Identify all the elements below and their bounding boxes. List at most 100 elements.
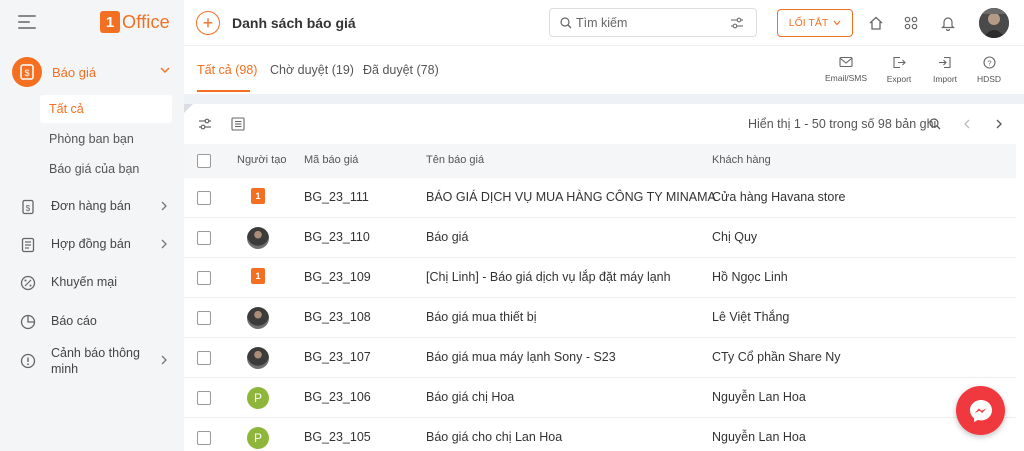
row-checkbox[interactable] <box>197 311 211 325</box>
row-checkbox[interactable] <box>197 351 211 365</box>
tab-approved[interactable]: Đã duyệt (78) <box>363 63 439 77</box>
column-header-customer[interactable]: Khách hàng <box>712 154 771 166</box>
table-row[interactable]: 1 BG_23_109 [Chị Linh] - Báo giá dịch vụ… <box>184 258 1016 298</box>
export-button[interactable]: Export <box>874 56 924 84</box>
filter-sliders-icon[interactable] <box>198 118 212 130</box>
top-header: + Danh sách báo giá LỐI TẮT <box>184 0 1024 46</box>
quote-code[interactable]: BG_23_108 <box>304 310 371 324</box>
table-row[interactable]: BG_23_110 Báo giá Chị Quy <box>184 218 1016 258</box>
sidebar-item-quotes[interactable]: $ Báo giá <box>0 55 184 89</box>
add-quote-button[interactable]: + <box>196 11 220 35</box>
search-box[interactable] <box>549 8 757 37</box>
active-tab-indicator <box>197 90 250 92</box>
logo-mark: 1 <box>100 11 120 33</box>
tab-all[interactable]: Tất cả (98) <box>197 63 257 77</box>
sidebar-item-label: Đơn hàng bán <box>51 199 131 213</box>
apps-grid-icon[interactable] <box>903 15 919 31</box>
chevron-down-icon <box>833 20 841 26</box>
sidebar-item-reports[interactable]: Báo cáo <box>0 313 184 330</box>
select-all-checkbox[interactable] <box>197 154 211 168</box>
quote-code[interactable]: BG_23_107 <box>304 350 371 364</box>
table-row[interactable]: 1 BG_23_111 BÁO GIÁ DỊCH VỤ MUA HÀNG CÔN… <box>184 178 1016 218</box>
creator-avatar: P <box>247 427 269 449</box>
sidebar-item-sales-orders[interactable]: $ Đơn hàng bán <box>0 198 184 215</box>
chevron-right-icon <box>161 355 167 365</box>
table-row[interactable]: P BG_23_105 Báo giá cho chị Lan Hoa Nguy… <box>184 418 1016 451</box>
column-header-creator[interactable]: Người tạo <box>237 154 286 166</box>
tool-label: Export <box>886 74 912 84</box>
row-checkbox[interactable] <box>197 391 211 405</box>
tabs-bar: Tất cả (98) Chờ duyệt (19) Đã duyệt (78)… <box>184 46 1024 94</box>
quote-name[interactable]: BÁO GIÁ DỊCH VỤ MUA HÀNG CÔNG TY MINAMA <box>426 190 716 204</box>
home-icon[interactable] <box>868 15 884 31</box>
report-icon <box>20 314 36 330</box>
chevron-down-icon[interactable] <box>160 65 170 75</box>
table-row[interactable]: BG_23_107 Báo giá mua máy lạnh Sony - S2… <box>184 338 1016 378</box>
quote-name[interactable]: Báo giá mua máy lạnh Sony - S23 <box>426 350 616 364</box>
subnav-label: Phòng ban bạn <box>49 132 134 146</box>
prev-page-icon[interactable] <box>963 119 971 129</box>
row-checkbox[interactable] <box>197 191 211 205</box>
tool-label: Import <box>932 74 958 84</box>
section-divider <box>184 94 1024 104</box>
quote-code[interactable]: BG_23_111 <box>304 190 369 204</box>
list-toolbar: Hiển thị 1 - 50 trong số 98 bản ghi <box>184 104 1024 144</box>
chevron-right-icon <box>161 239 167 249</box>
quote-code[interactable]: BG_23_109 <box>304 270 371 284</box>
next-page-icon[interactable] <box>995 119 1003 129</box>
row-checkbox[interactable] <box>197 431 211 445</box>
creator-avatar: 1 <box>251 188 265 204</box>
menu-icon[interactable] <box>18 14 36 30</box>
shortcut-label: LỐI TẮT <box>788 17 829 29</box>
creator-avatar <box>247 307 269 329</box>
customer-name: CTy Cổ phần Share Ny <box>712 350 841 364</box>
sidebar-item-label: Khuyến mại <box>51 275 118 289</box>
table-row[interactable]: P BG_23_106 Báo giá chị Hoa Nguyễn Lan H… <box>184 378 1016 418</box>
subnav-department[interactable]: Phòng ban bạn <box>40 125 172 153</box>
filter-sliders-icon[interactable] <box>730 17 744 29</box>
alert-icon <box>20 353 36 369</box>
help-button[interactable]: ? HDSD <box>964 56 1014 84</box>
search-input[interactable] <box>576 14 726 32</box>
sidebar-item-contracts[interactable]: Hợp đồng bán <box>0 236 184 253</box>
row-checkbox[interactable] <box>197 231 211 245</box>
search-icon <box>560 17 572 29</box>
sidebar-item-smart-alerts[interactable]: Cảnh báo thông minh <box>0 345 184 377</box>
creator-avatar <box>247 227 269 249</box>
sidebar-item-label: Báo giá <box>52 64 97 80</box>
table-row[interactable]: BG_23_108 Báo giá mua thiết bị Lê Việt T… <box>184 298 1016 338</box>
quote-name[interactable]: Báo giá cho chị Lan Hoa <box>426 430 562 444</box>
row-checkbox[interactable] <box>197 271 211 285</box>
quote-name[interactable]: Báo giá mua thiết bị <box>426 310 537 324</box>
subnav-all[interactable]: Tất cả <box>40 95 172 123</box>
quote-name[interactable]: Báo giá <box>426 230 468 244</box>
creator-avatar: 1 <box>251 268 265 284</box>
user-avatar[interactable] <box>979 8 1009 38</box>
bell-icon[interactable] <box>940 15 956 31</box>
quote-code[interactable]: BG_23_110 <box>304 230 370 244</box>
svg-text:?: ? <box>987 58 991 67</box>
logo-text: Office <box>122 11 170 32</box>
column-header-code[interactable]: Mã báo giá <box>304 154 358 166</box>
mail-icon <box>839 56 853 68</box>
quote-code[interactable]: BG_23_106 <box>304 390 371 404</box>
list-view-icon[interactable] <box>231 117 245 131</box>
quote-name[interactable]: Báo giá chị Hoa <box>426 390 514 404</box>
shortcut-button[interactable]: LỐI TẮT <box>777 9 853 37</box>
app-logo[interactable]: 1 Office <box>100 10 170 34</box>
email-sms-button[interactable]: Email/SMS <box>821 56 871 83</box>
customer-name: Nguyễn Lan Hoa <box>712 390 806 404</box>
search-icon[interactable] <box>929 118 941 130</box>
tab-pending[interactable]: Chờ duyệt (19) <box>270 63 354 77</box>
creator-avatar: P <box>247 387 269 409</box>
quote-code[interactable]: BG_23_105 <box>304 430 371 444</box>
column-header-name[interactable]: Tên báo giá <box>426 154 484 166</box>
subnav-mine[interactable]: Báo giá của bạn <box>40 155 172 183</box>
sidebar-item-promotions[interactable]: Khuyến mại <box>0 274 184 291</box>
messenger-chat-button[interactable] <box>956 386 1005 435</box>
import-button[interactable]: Import <box>920 56 970 84</box>
quote-name[interactable]: [Chị Linh] - Báo giá dịch vụ lắp đặt máy… <box>426 270 671 284</box>
help-icon: ? <box>982 56 996 69</box>
tool-label: HDSD <box>976 74 1002 84</box>
contract-icon <box>21 237 35 253</box>
